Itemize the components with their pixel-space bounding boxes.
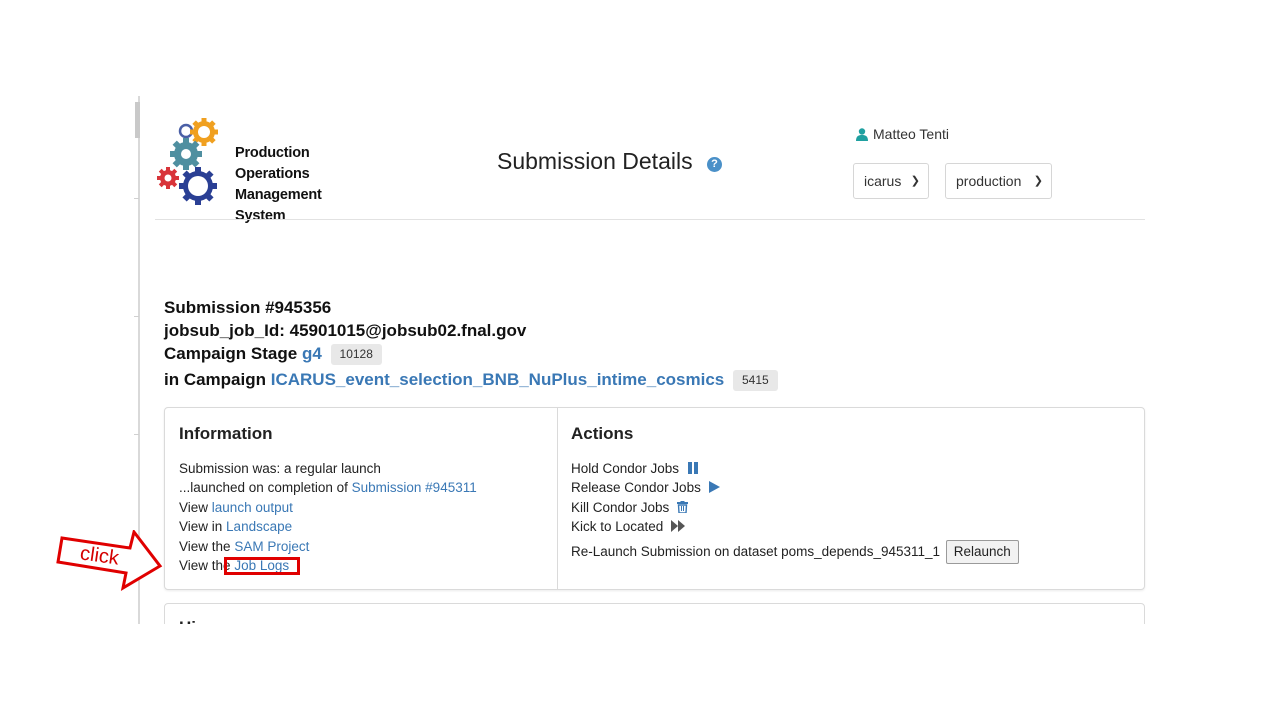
campaign-id-badge: 5415 — [732, 370, 778, 391]
role-select-value: production — [956, 173, 1022, 189]
play-icon[interactable] — [708, 481, 720, 494]
trash-icon[interactable] — [677, 500, 689, 513]
experiment-select[interactable]: icarus ❯ — [853, 163, 929, 199]
poms-page: Production Operations Management System … — [140, 96, 1150, 624]
release-jobs-label: Release Condor Jobs — [571, 480, 701, 496]
sam-project-row: View the SAM Project — [179, 537, 477, 556]
relaunch-label: Re-Launch Submission on dataset poms_dep… — [571, 543, 941, 559]
actions-title: Actions — [571, 424, 634, 443]
logo-line: System — [235, 208, 286, 224]
hold-jobs-label: Hold Condor Jobs — [571, 461, 680, 476]
pause-icon[interactable] — [687, 462, 699, 474]
kick-located-action[interactable]: Kick to Located — [571, 517, 1019, 536]
launched-after-row: ...launched on completion of Submission … — [179, 478, 477, 497]
launch-output-link[interactable]: launch output — [212, 500, 293, 515]
history-panel: Hi — [164, 603, 1145, 624]
campaign-row: in Campaign ICARUS_event_selection_BNB_N… — [164, 368, 778, 391]
campaign-link[interactable]: ICARUS_event_selection_BNB_NuPlus_intime… — [271, 370, 725, 389]
launch-type: Submission was: a regular launch — [179, 461, 381, 476]
page-title: Submission Details — [497, 148, 693, 174]
parent-submission-link[interactable]: Submission #945311 — [352, 480, 477, 495]
submission-summary: Submission #945356 jobsub_job_Id: 459010… — [164, 296, 778, 391]
header-divider — [155, 219, 1145, 220]
campaign-stage-id-badge: 10128 — [330, 344, 382, 365]
submission-title: Submission #945356 — [164, 298, 332, 317]
user-name: Matteo Tenti — [873, 126, 950, 142]
jobsub-id-value: 45901015@jobsub02.fnal.gov — [289, 321, 527, 340]
relaunch-button[interactable]: Relaunch — [945, 539, 1019, 564]
role-select[interactable]: production ❯ — [945, 163, 1052, 199]
campaign-stage-label: Campaign Stage — [164, 344, 298, 363]
user-info: Matteo Tenti — [856, 126, 949, 142]
experiment-select-value: icarus — [864, 173, 902, 189]
job-logs-label: View the — [179, 558, 231, 574]
question-circle-icon[interactable]: ? — [707, 157, 722, 172]
hold-jobs-action[interactable]: Hold Condor Jobs — [571, 459, 1019, 478]
details-panel: Information Submission was: a regular la… — [164, 407, 1145, 590]
kill-jobs-label: Kill Condor Jobs — [571, 499, 670, 515]
sam-project-label: View the — [179, 538, 231, 554]
campaign-label: in Campaign — [164, 370, 267, 389]
information-title: Information — [179, 424, 273, 443]
launch-output-label: View — [179, 499, 209, 515]
relaunch-row: Re-Launch Submission on dataset poms_dep… — [571, 539, 1019, 564]
jobsub-id-row: jobsub_job_Id: 45901015@jobsub02.fnal.go… — [164, 319, 778, 342]
chevron-down-icon: ❯ — [1033, 175, 1043, 187]
landscape-label: View in — [179, 519, 223, 535]
landscape-row: View in Landscape — [179, 517, 477, 536]
launch-output-row: View launch output — [179, 498, 477, 517]
kill-jobs-action[interactable]: Kill Condor Jobs — [571, 498, 1019, 517]
release-jobs-action[interactable]: Release Condor Jobs — [571, 478, 1019, 497]
sam-project-link[interactable]: SAM Project — [234, 539, 309, 554]
actions-list: Hold Condor Jobs Release Condor Jobs Kil… — [571, 459, 1019, 564]
launched-after-label: ...launched on completion of — [179, 480, 348, 496]
chevron-down-icon: ❯ — [910, 175, 920, 187]
logo-line: Operations — [235, 166, 310, 182]
landscape-link[interactable]: Landscape — [226, 519, 292, 534]
click-highlight-box — [224, 557, 300, 575]
screenshot-page: Production Operations Management System … — [0, 0, 1280, 720]
poms-logo[interactable]: Production Operations Management System — [156, 116, 322, 224]
logo-text: Production Operations Management System — [235, 143, 322, 227]
frame-tick — [134, 434, 139, 435]
frame-tick — [134, 198, 139, 199]
logo-line: Management — [235, 187, 322, 203]
user-icon — [856, 128, 868, 141]
fast-forward-icon[interactable] — [671, 520, 686, 533]
frame-tick — [134, 316, 139, 317]
logo-line: Production — [235, 145, 310, 161]
campaign-stage-row: Campaign Stage g4 10128 — [164, 342, 778, 365]
jobsub-id-label: jobsub_job_Id: — [164, 321, 285, 340]
kick-located-label: Kick to Located — [571, 519, 664, 535]
history-title: Hi — [179, 618, 196, 624]
panel-divider — [557, 408, 558, 589]
campaign-stage-link[interactable]: g4 — [302, 344, 322, 363]
